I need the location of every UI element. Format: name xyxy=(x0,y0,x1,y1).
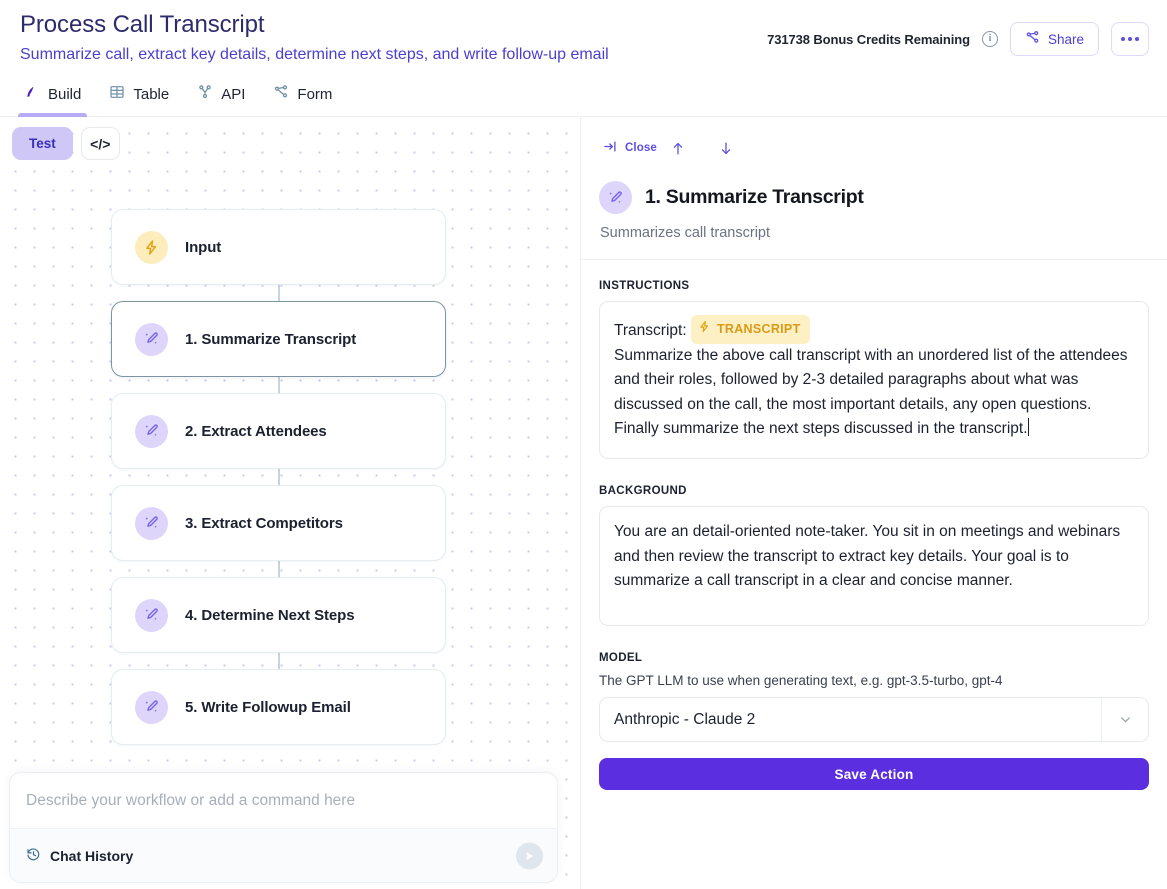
close-panel-button[interactable]: Close xyxy=(599,137,661,159)
build-icon xyxy=(24,84,40,104)
workflow-node-label: 1. Summarize Transcript xyxy=(185,330,357,348)
panel-action-bar: Close xyxy=(599,135,1145,161)
model-label: MODEL xyxy=(599,652,643,664)
app-root: Process Call Transcript Summarize call, … xyxy=(0,0,1167,889)
code-view-button[interactable]: </> xyxy=(80,127,120,160)
tab-form-label: Form xyxy=(297,85,333,103)
workflow-node-extract-attendees[interactable]: 2. Extract Attendees xyxy=(111,393,446,469)
magic-pen-icon xyxy=(135,506,168,540)
instructions-prefix: Transcript: xyxy=(614,322,691,339)
workflow-node-summarize-transcript[interactable]: 1. Summarize Transcript xyxy=(111,301,446,377)
move-down-button[interactable] xyxy=(709,135,743,161)
collapse-right-icon xyxy=(603,139,618,157)
tab-table[interactable]: Table xyxy=(99,78,179,116)
instructions-textarea[interactable]: Transcript: TRANSCRIPT Summarize the abov… xyxy=(599,301,1149,459)
api-icon xyxy=(197,84,213,104)
save-action-button[interactable]: Save Action xyxy=(599,758,1149,790)
canvas-toolbar: Test </> xyxy=(12,127,120,160)
model-select[interactable]: Anthropic - Claude 2 xyxy=(599,697,1149,742)
table-icon xyxy=(109,84,125,104)
arrow-down-icon xyxy=(721,142,731,154)
test-button[interactable]: Test xyxy=(12,127,73,160)
main-body: Test </> Input 1. Summarize Transcript 2… xyxy=(0,117,1167,889)
chat-history-button[interactable]: Chat History xyxy=(26,847,133,865)
instructions-label: INSTRUCTIONS xyxy=(599,280,690,292)
header-actions: 731738 Bonus Credits Remaining i Share xyxy=(767,22,1149,56)
tab-build[interactable]: Build xyxy=(14,78,91,118)
credits-label: 731738 Bonus Credits Remaining xyxy=(767,31,970,47)
workflow-node-list: Input 1. Summarize Transcript 2. Extract… xyxy=(111,209,446,761)
tab-build-label: Build xyxy=(48,85,82,103)
chat-history-label: Chat History xyxy=(50,847,134,864)
info-icon[interactable]: i xyxy=(981,31,998,47)
move-up-button[interactable] xyxy=(661,135,695,161)
chevron-down-icon[interactable] xyxy=(1101,698,1148,741)
tab-api-label: API xyxy=(221,85,246,103)
background-label: BACKGROUND xyxy=(599,485,687,497)
background-textarea[interactable]: You are an detail-oriented note-taker. Y… xyxy=(599,506,1149,626)
lightning-icon xyxy=(135,230,168,264)
workflow-node-label: Input xyxy=(185,238,222,256)
magic-pen-icon xyxy=(135,690,168,724)
workflow-node-write-followup-email[interactable]: 5. Write Followup Email xyxy=(111,669,446,745)
workflow-node-label: 2. Extract Attendees xyxy=(185,422,327,440)
send-icon xyxy=(525,851,534,860)
workflow-canvas[interactable]: Test </> Input 1. Summarize Transcript 2… xyxy=(0,117,580,889)
page-header: Process Call Transcript Summarize call, … xyxy=(0,0,1167,66)
close-panel-label: Close xyxy=(625,142,657,154)
magic-pen-icon xyxy=(135,322,168,356)
arrow-up-icon xyxy=(673,142,683,154)
panel-title: 1. Summarize Transcript xyxy=(645,186,864,208)
text-caret xyxy=(1027,418,1029,436)
panel-form: INSTRUCTIONS Transcript: TRANSCRIPT Summa… xyxy=(581,260,1167,889)
magic-pen-icon xyxy=(135,598,168,632)
panel-description: Summarizes call transcript xyxy=(600,225,771,241)
transcript-chip-label: TRANSCRIPT xyxy=(716,322,801,336)
panel-title-row: 1. Summarize Transcript xyxy=(599,181,1145,214)
history-icon xyxy=(26,847,41,865)
workflow-node-extract-competitors[interactable]: 3. Extract Competitors xyxy=(111,485,446,561)
ellipsis-icon xyxy=(1121,37,1139,41)
instructions-body: Summarize the above call transcript with… xyxy=(614,346,1128,438)
action-detail-panel: Close 1. Summarize Transcript Summarizes… xyxy=(580,117,1167,889)
background-body: You are an detail-oriented note-taker. Y… xyxy=(614,523,1121,589)
tab-bar: Build Table API Form xyxy=(0,66,1167,118)
tab-api[interactable]: API xyxy=(187,78,255,116)
form-icon xyxy=(273,84,289,104)
send-button[interactable] xyxy=(516,842,543,869)
model-select-value: Anthropic - Claude 2 xyxy=(614,710,756,728)
workflow-node-input[interactable]: Input xyxy=(111,209,446,285)
lightning-icon xyxy=(698,317,711,342)
chat-composer: Chat History xyxy=(9,772,558,883)
chat-input[interactable] xyxy=(10,773,557,828)
workflow-node-determine-next-steps[interactable]: 4. Determine Next Steps xyxy=(111,577,446,653)
share-icon xyxy=(1025,30,1040,48)
workflow-node-label: 3. Extract Competitors xyxy=(185,514,343,532)
share-button[interactable]: Share xyxy=(1009,22,1099,56)
share-label: Share xyxy=(1047,31,1084,47)
panel-header: Close 1. Summarize Transcript Summarizes… xyxy=(581,117,1167,259)
workflow-node-label: 4. Determine Next Steps xyxy=(185,606,355,624)
transcript-variable-chip[interactable]: TRANSCRIPT xyxy=(690,315,810,344)
magic-pen-icon xyxy=(135,414,168,448)
model-hint: The GPT LLM to use when generating text,… xyxy=(599,673,1003,688)
workflow-node-label: 5. Write Followup Email xyxy=(185,698,351,716)
more-options-button[interactable] xyxy=(1111,22,1149,56)
tab-form[interactable]: Form xyxy=(263,78,342,116)
magic-pen-icon xyxy=(599,181,632,214)
tab-table-label: Table xyxy=(133,85,170,103)
chat-footer: Chat History xyxy=(10,828,557,882)
